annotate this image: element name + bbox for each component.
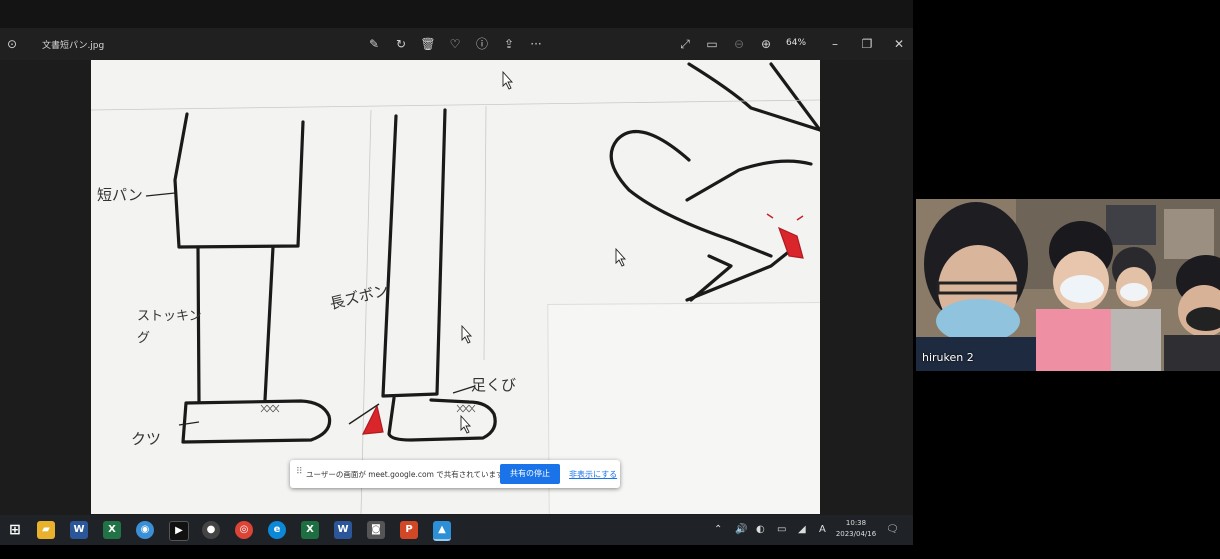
participant-name: hiruken 2	[922, 351, 974, 364]
figure-leg-top	[685, 159, 813, 202]
participant-video[interactable]: hiruken 2	[916, 199, 1220, 371]
figure-line	[769, 62, 820, 132]
rotate-icon[interactable]: ↻	[393, 36, 409, 52]
image-canvas[interactable]: 短パン ストッキング 長ズボン 足くび クツ	[91, 60, 820, 514]
figure-back	[687, 62, 820, 132]
file-explorer-icon[interactable]: ▰	[37, 521, 55, 539]
edit-icon[interactable]: ✎	[366, 36, 382, 52]
terminal-icon[interactable]: ▶	[169, 521, 189, 541]
maximize-icon[interactable]: ❐	[859, 36, 875, 52]
excel-icon[interactable]: X	[301, 521, 319, 539]
word-icon[interactable]: W	[70, 521, 88, 539]
info-icon[interactable]: ⓘ	[474, 36, 490, 52]
video-frame	[916, 199, 1220, 371]
favorite-icon[interactable]: ♡	[447, 36, 463, 52]
cursor-icon	[460, 414, 472, 434]
cursor-icon	[461, 324, 473, 344]
excel-chart-icon[interactable]: X	[103, 521, 121, 539]
label-ankle: 足くび	[471, 376, 517, 394]
fullscreen-icon[interactable]: ⤢	[677, 36, 693, 52]
more-icon[interactable]: ···	[528, 36, 544, 52]
photo-viewer-toolbar: ⊙ 文書短パン.jpg ✎ ↻ 🗑 ♡ ⓘ ⇪ ··· ⤢ ▭ ⊖ ⊕ 64% …	[0, 28, 913, 60]
figure-knee	[609, 130, 773, 258]
screen: ⊙ 文書短パン.jpg ✎ ↻ 🗑 ♡ ⓘ ⇪ ··· ⤢ ▭ ⊖ ⊕ 64% …	[0, 0, 913, 545]
clock-date: 2023/04/16	[835, 530, 877, 538]
camera-app-icon[interactable]: ●	[202, 521, 220, 539]
cursor-icon	[615, 247, 627, 267]
drag-handle-icon[interactable]: ⠿	[296, 467, 303, 477]
share-message: ユーザーの画面が meet.google.com で共有されています。	[306, 470, 511, 479]
shoe-right	[387, 396, 497, 442]
taskbar: ⊞ ▰ W X ◉ ▶ ● ◎ e X W ◙ P ▲ ⌃ 🔊 ◐ ▭ ◢ A …	[0, 515, 913, 545]
share-icon[interactable]: ⇪	[501, 36, 517, 52]
powerpoint-icon[interactable]: P	[400, 521, 418, 539]
close-icon[interactable]: ✕	[891, 36, 907, 52]
start-icon[interactable]: ⊞	[6, 521, 24, 539]
clock[interactable]: 10:38 2023/04/16	[833, 518, 879, 540]
edge-icon[interactable]: e	[268, 521, 286, 539]
ime-icon[interactable]: A	[819, 524, 826, 535]
stocking-right-line	[263, 245, 275, 402]
file-name: 文書短パン.jpg	[42, 41, 105, 51]
word-doc-icon[interactable]: W	[334, 521, 352, 539]
hide-button[interactable]: 非表示にする	[569, 469, 617, 480]
chevron-up-icon[interactable]: ⌃	[714, 524, 722, 535]
long-pants-outline	[381, 108, 447, 398]
battery-icon[interactable]: ▭	[777, 524, 786, 535]
figure-leg-bottom	[685, 248, 793, 302]
label-shorts: 短パン	[97, 186, 143, 204]
globe-icon[interactable]: ◉	[136, 521, 154, 539]
top-strip	[0, 0, 913, 28]
zoom-out-icon[interactable]: ⊖	[731, 36, 747, 52]
clock-time: 10:38	[845, 519, 867, 527]
ankle-marker-red	[361, 404, 384, 435]
figure-foot	[689, 254, 733, 302]
zoom-in-icon[interactable]: ⊕	[758, 36, 774, 52]
label-stocking: ストッキング	[137, 309, 202, 346]
minimize-icon[interactable]: –	[827, 36, 843, 52]
zoom-level[interactable]: 64%	[786, 38, 806, 48]
screen-share-bar: ⠿ ユーザーの画面が meet.google.com で共有されています。 共有…	[290, 460, 620, 488]
figure-marker-red	[777, 226, 804, 259]
photos-icon[interactable]: ▲	[433, 521, 451, 541]
wifi-icon[interactable]: ◢	[798, 524, 806, 535]
camera-icon[interactable]: ◙	[367, 521, 385, 539]
shoe-left	[181, 399, 332, 444]
stop-sharing-button[interactable]: 共有の停止	[500, 464, 560, 484]
chrome-icon[interactable]: ◎	[235, 521, 253, 539]
shorts-outline	[173, 112, 305, 249]
notification-icon[interactable]: 🗨	[886, 524, 899, 535]
delete-icon[interactable]: 🗑	[420, 36, 436, 52]
app-icon[interactable]: ⊙	[4, 36, 20, 52]
slideshow-icon[interactable]: ▭	[704, 36, 720, 52]
volume-icon[interactable]: 🔊	[735, 524, 747, 535]
cursor-icon	[502, 70, 514, 90]
label-shoe: クツ	[131, 430, 162, 448]
mic-icon[interactable]: ◐	[756, 524, 765, 535]
